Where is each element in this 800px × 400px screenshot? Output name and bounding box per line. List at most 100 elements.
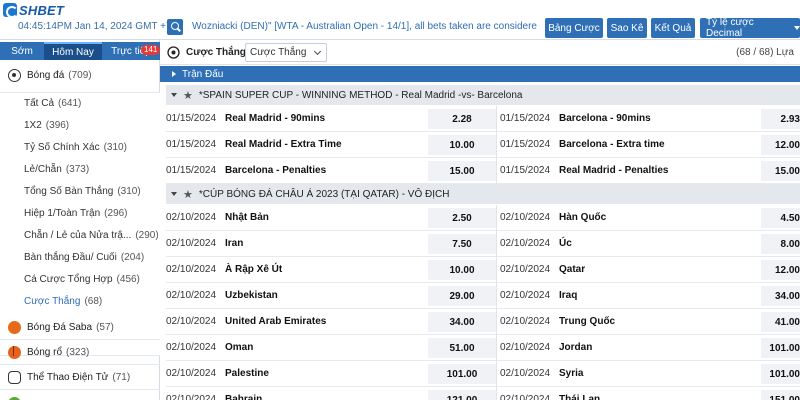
sidebar-item-esports[interactable]: Thể Thao Điện Tử (71) [0, 366, 160, 388]
column-divider [496, 387, 497, 400]
odds-button[interactable]: 101.00 [428, 364, 496, 384]
submenu-item-parlay[interactable]: Cá Cược Tổng Hợp (456) [24, 269, 160, 289]
submenu-count: (68) [84, 295, 103, 307]
outright-row: 02/10/2024 Palestine 101.00 02/10/2024 Syria… [166, 361, 800, 387]
odds-button[interactable]: 101.00 [761, 338, 800, 358]
outright-row: 01/15/2024 Real Madrid - Extra Time 10.00 0… [166, 132, 800, 158]
selection-name: Barcelona - Extra time [559, 139, 665, 150]
column-divider [496, 309, 497, 335]
odds-button[interactable]: 51.00 [428, 338, 496, 358]
odds-format-dropdown[interactable]: Tỷ lệ cược Decimal [700, 17, 800, 39]
submenu-item-half-full-time[interactable]: Hiệp 1/Toàn Trận (296) [24, 203, 160, 223]
column-divider [496, 106, 497, 132]
submenu-item-1x2[interactable]: 1X2 (396) [24, 115, 160, 135]
search-icon[interactable] [167, 19, 183, 35]
odds-button[interactable]: 121.00 [428, 390, 496, 400]
tab-early[interactable]: Sớm [0, 42, 44, 60]
sidebar-item-basketball[interactable]: Bóng rổ (323) [0, 341, 160, 363]
sidebar-item-soccer[interactable]: Bóng đá (709) [0, 64, 160, 86]
odds-button[interactable]: 7.50 [428, 234, 496, 254]
selection-name: Palestine [225, 368, 269, 379]
odds-button[interactable]: 12.00 [761, 135, 800, 155]
odds-button[interactable]: 101.00 [761, 364, 800, 384]
odds-button[interactable]: 2.93 [761, 109, 800, 129]
selection-name: Bahrain [225, 394, 263, 400]
selection-name: Real Madrid - Extra Time [225, 139, 342, 150]
submenu-count: (310) [103, 141, 127, 153]
selection-name: Barcelona - Penalties [225, 165, 327, 176]
outright-row: 01/15/2024 Barcelona - Penalties 15.00 01/1… [166, 158, 800, 184]
odds-button[interactable]: 34.00 [428, 312, 496, 332]
statement-button[interactable]: Sao Kê [607, 18, 647, 38]
sidebar-tabs: Sớm Hôm Nay Trực tiếp 141 [0, 42, 161, 60]
sport-count: (323) [66, 346, 90, 358]
divider [0, 364, 160, 365]
selection-name: Real Madrid - 90mins [225, 113, 326, 124]
event-date: 01/15/2024 [166, 113, 217, 124]
odds-button[interactable]: 10.00 [428, 135, 496, 155]
column-divider [496, 257, 497, 283]
star-icon[interactable]: ★ [183, 89, 193, 102]
submenu-item-outright[interactable]: Cược Thắng (68) [24, 291, 160, 311]
league-header[interactable]: ★ *CÚP BÓNG ĐÁ CHÂU Á 2023 (TẠI QATAR) - … [166, 184, 800, 204]
submenu-item-odd-even[interactable]: Lẻ/Chẵn (373) [24, 159, 160, 179]
star-icon[interactable]: ★ [183, 188, 193, 201]
event-date: 02/10/2024 [166, 238, 217, 249]
chevron-down-icon [313, 47, 322, 56]
sport-count: (57) [96, 321, 114, 333]
section-header[interactable]: Trận Đấu [160, 66, 800, 82]
submenu-count: (373) [65, 163, 90, 175]
event-date: 02/10/2024 [500, 394, 551, 400]
selection-name: À Rập Xê Út [225, 264, 283, 275]
logo[interactable]: SHBET [3, 1, 65, 19]
tab-today[interactable]: Hôm Nay [44, 42, 102, 60]
outright-row: 02/10/2024 Iran 7.50 02/10/2024 Úc 8.00 [166, 231, 800, 257]
submenu-count: (641) [58, 97, 82, 109]
submenu-item-total-goals[interactable]: Tổng Số Bàn Thắng (310) [24, 181, 160, 201]
submenu-item-all[interactable]: Tất Cả (641) [24, 93, 160, 113]
submenu-count: (456) [116, 273, 140, 285]
market-select-value: Cược Thắng [250, 47, 307, 58]
league-header[interactable]: ★ *SPAIN SUPER CUP - WINNING METHOD - Rea… [166, 85, 800, 105]
event-date: 02/10/2024 [500, 290, 551, 301]
submenu-item-correct-score[interactable]: Tỷ Số Chính Xác (310) [24, 137, 160, 157]
sport-label: Bóng đá [27, 69, 65, 81]
outright-row: 01/15/2024 Real Madrid - 90mins 2.28 01/15/… [166, 106, 800, 132]
outright-row: 02/10/2024 Uzbekistan 29.00 02/10/2024 Iraq 3… [166, 283, 800, 309]
odds-button[interactable]: 29.00 [428, 286, 496, 306]
odds-button[interactable]: 15.00 [428, 161, 496, 181]
odds-button[interactable]: 4.50 [761, 208, 800, 228]
results-button[interactable]: Kết Quả [651, 18, 695, 38]
sport-icon [8, 396, 21, 400]
odds-button[interactable]: 2.50 [428, 208, 496, 228]
live-count-badge: 141 [141, 45, 161, 55]
news-ticker: Wozniacki (DEN)" [WTA - Australian Open … [192, 21, 537, 32]
sidebar-item-more[interactable] [0, 392, 160, 400]
column-divider [496, 335, 497, 361]
sidebar-item-saba-soccer[interactable]: Bóng Đá Saba (57) [0, 316, 160, 338]
odds-button[interactable]: 34.00 [761, 286, 800, 306]
odds-button[interactable]: 8.00 [761, 234, 800, 254]
odds-button[interactable]: 151.00 [761, 390, 800, 400]
submenu-item-half-odd-even[interactable]: Chẵn / Lẻ của Nửa trậ... (290) [24, 225, 160, 245]
odds-button[interactable]: 12.00 [761, 260, 800, 280]
main-content: Cược Thắng Cược Thắng (68 / 68) Lựa Trận… [160, 40, 800, 400]
submenu-item-first-last-goal[interactable]: Bàn thắng Đầu/ Cuối (204) [24, 247, 160, 267]
submenu-label: 1X2 [24, 119, 42, 131]
market-type-select[interactable]: Cược Thắng [245, 43, 327, 62]
event-date: 02/10/2024 [166, 264, 217, 275]
column-divider [496, 361, 497, 387]
sport-label: Thể Thao Điện Tử [27, 371, 109, 383]
outright-row: 02/10/2024 Nhật Bản 2.50 02/10/2024 Hàn Quốc… [166, 205, 800, 231]
odds-button[interactable]: 2.28 [428, 109, 496, 129]
outright-row: 02/10/2024 Bahrain 121.00 02/10/2024 Thái La… [166, 387, 800, 400]
event-date: 02/10/2024 [500, 238, 551, 249]
selection-name: Qatar [559, 264, 586, 275]
odds-button[interactable]: 10.00 [428, 260, 496, 280]
odds-button[interactable]: 41.00 [761, 312, 800, 332]
caret-down-icon [171, 192, 177, 196]
sidebar: Sớm Hôm Nay Trực tiếp 141 Bóng đá (709) … [0, 40, 161, 400]
basketball-icon [8, 345, 21, 359]
bet-list-button[interactable]: Bảng Cược [545, 18, 603, 38]
odds-button[interactable]: 15.00 [761, 161, 800, 181]
